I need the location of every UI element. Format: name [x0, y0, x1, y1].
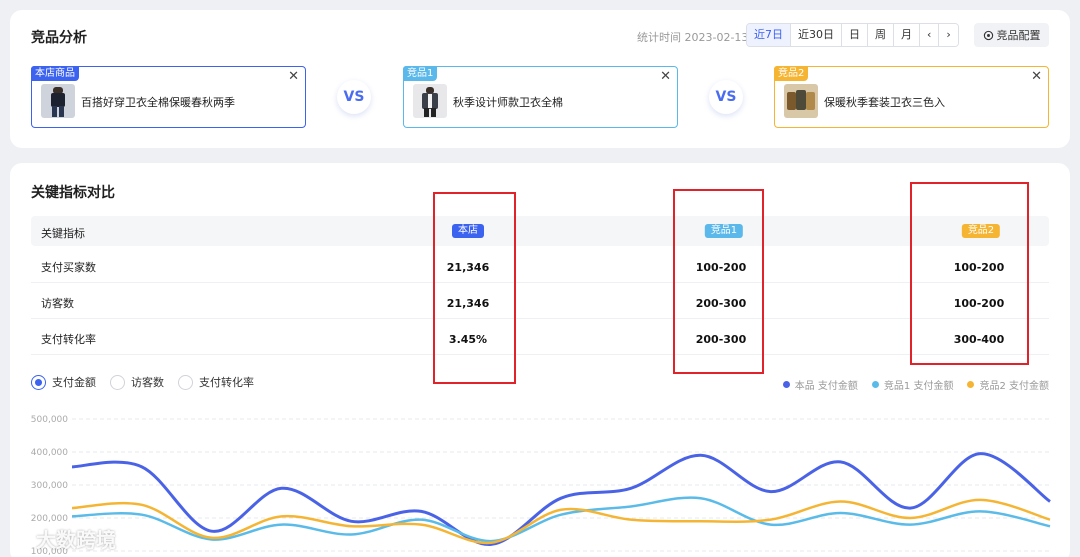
radio-dot — [178, 374, 193, 390]
table-header: 关键指标 本店 竞品1 竞品2 — [31, 216, 1049, 246]
y-tick-label: 200,000 — [31, 514, 68, 524]
page-title: 竞品分析 — [31, 30, 87, 46]
product-thumbnail — [413, 84, 447, 118]
series-line-0 — [71, 452, 1051, 546]
competitor-config-button[interactable]: 竞品配置 — [974, 23, 1049, 47]
row-label: 支付买家数 — [41, 261, 96, 274]
row-label: 支付转化率 — [41, 333, 96, 346]
prev-arrow-icon[interactable]: ‹ — [920, 24, 940, 46]
row-label: 访客数 — [41, 297, 74, 310]
period-7d-button[interactable]: 近7日 — [747, 24, 791, 46]
product-name: 百搭好穿卫衣全棉保暖春秋两季 — [81, 96, 235, 109]
product-thumbnail — [41, 84, 75, 118]
stat-time: 统计时间 2023-02-13 — [637, 31, 749, 44]
settings-icon — [983, 30, 993, 40]
legend-item[interactable]: 竞品1 支付金额 — [871, 377, 954, 392]
y-tick-label: 400,000 — [31, 448, 68, 458]
watermark: 大数跨境 — [10, 524, 116, 553]
chart-legend: 本品 支付金额 竞品1 支付金额 竞品2 支付金额 — [782, 377, 1049, 392]
radio-visitors[interactable]: 访客数 — [110, 374, 164, 390]
watermark-logo-icon — [11, 530, 31, 547]
vs-badge: VS — [337, 80, 371, 114]
period-week-button[interactable]: 周 — [868, 24, 894, 46]
annotation-box-comp1 — [673, 189, 764, 374]
metric-radio-group: 支付金额 访客数 支付转化率 — [31, 374, 254, 390]
close-icon[interactable]: ✕ — [660, 69, 671, 84]
line-chart: 500,000400,000300,000200,000100,000 — [31, 415, 1051, 557]
table-row: 支付买家数 21,346 100-200 100-200 — [31, 247, 1049, 283]
next-arrow-icon[interactable]: › — [939, 24, 958, 46]
product-tag: 本店商品 — [31, 66, 79, 81]
close-icon[interactable]: ✕ — [1031, 69, 1042, 84]
product-tag: 竞品1 — [403, 66, 438, 81]
competitor-2-card[interactable]: 竞品2 ✕ 保暖秋季套装卫衣三色入 — [774, 66, 1049, 128]
header-label: 关键指标 — [41, 227, 85, 240]
legend-swatch — [782, 381, 790, 388]
y-tick-label: 300,000 — [31, 481, 68, 491]
radio-pay-amount[interactable]: 支付金额 — [31, 374, 96, 390]
legend-label: 竞品1 支付金额 — [883, 381, 954, 392]
table-row: 支付转化率 3.45% 200-300 300-400 — [31, 319, 1049, 355]
table-row: 访客数 21,346 200-300 100-200 — [31, 283, 1049, 319]
radio-dot — [110, 374, 125, 390]
product-thumbnail — [784, 84, 818, 118]
metrics-title: 关键指标对比 — [31, 185, 115, 201]
vs-badge: VS — [709, 80, 743, 114]
legend-item[interactable]: 本品 支付金额 — [782, 377, 858, 392]
own-product-card[interactable]: 本店商品 ✕ 百搭好穿卫衣全棉保暖春秋两季 — [31, 66, 306, 128]
annotation-box-own — [433, 192, 516, 384]
product-name: 秋季设计师款卫衣全棉 — [453, 96, 563, 109]
key-metrics-card: 关键指标对比 关键指标 本店 竞品1 竞品2 支付买家数 21,346 100-… — [10, 163, 1070, 557]
legend-label: 竞品2 支付金额 — [979, 381, 1049, 392]
radio-label: 支付金额 — [52, 376, 96, 389]
config-label: 竞品配置 — [996, 29, 1041, 42]
y-tick-label: 500,000 — [31, 415, 68, 425]
period-month-button[interactable]: 月 — [894, 24, 920, 46]
competitor-analysis-card: 竞品分析 统计时间 2023-02-13 近7日 近30日 日 周 月 ‹ › … — [10, 10, 1070, 148]
series-line-1 — [71, 496, 1051, 543]
period-30d-button[interactable]: 近30日 — [791, 24, 842, 46]
radio-conversion[interactable]: 支付转化率 — [178, 374, 254, 390]
product-name: 保暖秋季套装卫衣三色入 — [824, 96, 945, 109]
radio-label: 支付转化率 — [199, 376, 254, 389]
annotation-box-comp2 — [910, 182, 1029, 365]
period-selector: 近7日 近30日 日 周 月 ‹ › — [746, 23, 959, 47]
legend-swatch — [871, 381, 879, 388]
legend-item[interactable]: 竞品2 支付金额 — [967, 377, 1049, 392]
close-icon[interactable]: ✕ — [288, 69, 299, 84]
radio-dot — [31, 374, 46, 390]
period-day-button[interactable]: 日 — [842, 24, 868, 46]
radio-label: 访客数 — [131, 376, 164, 389]
product-tag: 竞品2 — [774, 66, 809, 81]
competitor-1-card[interactable]: 竞品1 ✕ 秋季设计师款卫衣全棉 — [403, 66, 678, 128]
legend-swatch — [967, 381, 975, 388]
legend-label: 本品 支付金额 — [794, 381, 858, 392]
watermark-text: 大数跨境 — [36, 528, 116, 552]
